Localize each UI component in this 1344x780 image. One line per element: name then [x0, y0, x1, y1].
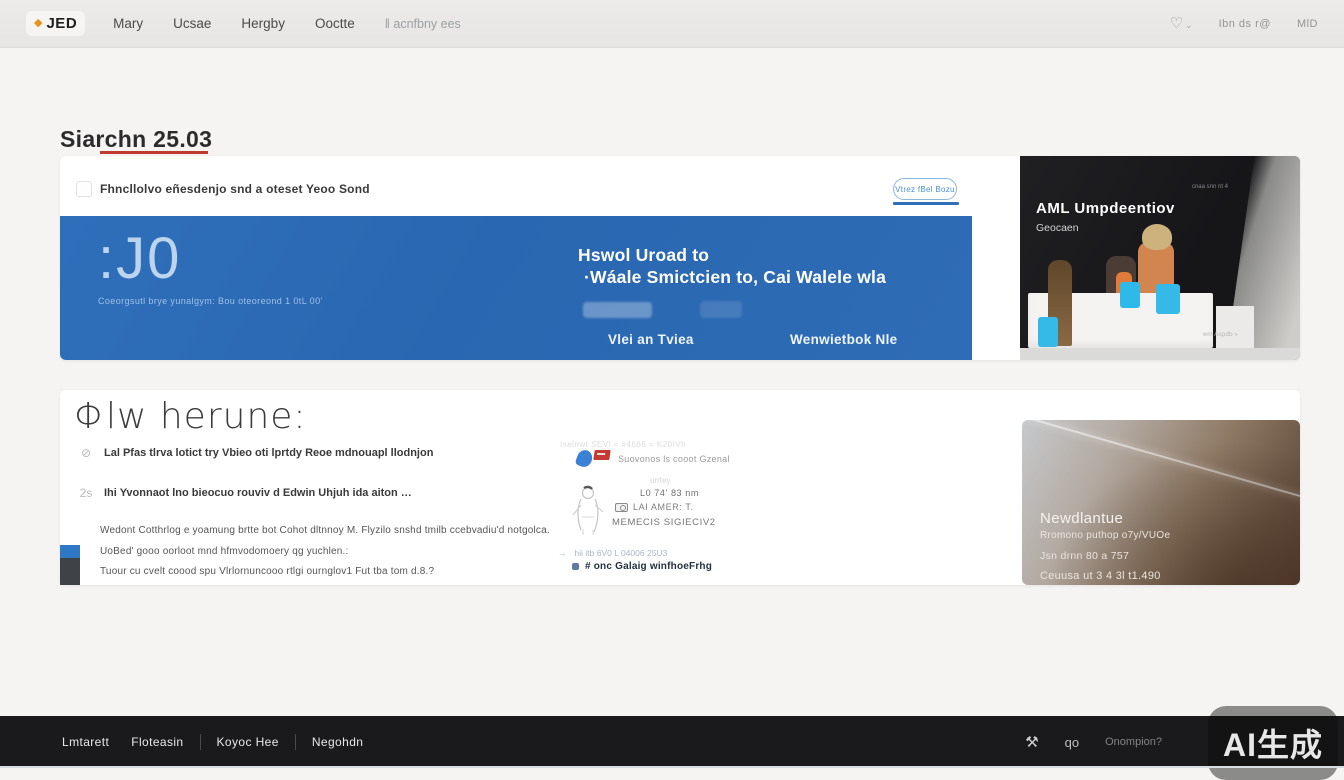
- spec-line-2-text: LAI AMER: T.: [633, 502, 694, 512]
- edge-decoration-dark: [60, 558, 80, 585]
- notice-label: Fhncllolvo eñesdenjo snd a oteset Yeoo S…: [100, 182, 370, 196]
- spec-faint-note: urrtey: [650, 476, 670, 485]
- tools-icon[interactable]: ⚒: [1025, 733, 1038, 751]
- logo[interactable]: ◆ JED: [26, 11, 85, 36]
- spec-footer-faint-text: hii itb 6V0 L 04006 25U3: [575, 548, 668, 558]
- feature-item-2-marker: 2s: [78, 486, 94, 500]
- features-photo: Newdlantue Rromono puthop o7y/VUOe Jsn d…: [1022, 420, 1300, 585]
- spec-line-1: L0 74' 83 nm: [640, 488, 699, 498]
- spec-footer-faint: → hii itb 6V0 L 04006 25U3: [558, 548, 667, 558]
- nav-item-ooctte[interactable]: Ooctte: [315, 16, 355, 31]
- nav-right: ♡⌄ Ibn ds r@ MlD: [1170, 14, 1318, 33]
- banner-link-2[interactable]: Wenwietbok Nle: [790, 332, 897, 347]
- footer-divider: [200, 734, 201, 750]
- feature-paragraph-2: UoBed' gooo oorloot mnd hfmvodomoery qg …: [100, 546, 349, 557]
- edge-decoration-blue: [60, 545, 80, 558]
- sketch-person-icon: [568, 485, 608, 536]
- nav-item-acnfbny[interactable]: ‖ acnfbny ees: [385, 17, 461, 31]
- nav-item-mary[interactable]: Mary: [113, 16, 143, 31]
- footer-link-1[interactable]: Lmtarett: [62, 735, 109, 749]
- features-title: Φlw herune:: [74, 396, 307, 437]
- page-title: Siarchn 25.03: [60, 126, 212, 153]
- camera-icon: [615, 503, 628, 512]
- footer-link-3[interactable]: Koyoc Hee: [217, 735, 279, 749]
- feature-item-2[interactable]: 2s Ihi Yvonnaot lno bieocuo rouviv d Edw…: [78, 486, 412, 500]
- title-underline: [100, 151, 208, 154]
- photo-person-right-hair: [1142, 224, 1172, 250]
- photo-floor: [1020, 348, 1300, 360]
- feature-paragraph-1: Wedont Cotthrlog e yoamung brtte bot Coh…: [100, 525, 550, 536]
- footer-bar: Lmtarett Floteasin Koyoc Hee Negohdn ⚒ q…: [0, 716, 1344, 768]
- watermark-text: AI生成: [1223, 720, 1323, 766]
- spec-brand-text: Suovonos ls cooot Gzenal: [618, 454, 730, 464]
- logo-text: JED: [46, 15, 77, 32]
- nav-items: Mary Ucsae Hergby Ooctte ‖ acnfbny ees: [113, 16, 461, 31]
- nav-item-hergby[interactable]: Hergby: [241, 16, 285, 31]
- spec-line-2: LAI AMER: T.: [615, 502, 694, 512]
- spec-brand-row: Suovonos ls cooot Gzenal: [577, 450, 730, 467]
- footer-note: Onompion?: [1105, 736, 1162, 748]
- spec-footer-bold-text: # onc Galaig winfhoeFrhg: [585, 561, 712, 572]
- banner-heading-line2: ·Wáale Smictcien to, Cai Walele wla: [578, 266, 886, 288]
- version-number: :J0: [98, 230, 181, 288]
- footer-link-2[interactable]: Floteasin: [131, 735, 183, 749]
- banner-heading-line1: Hswol Uroad to: [578, 245, 709, 265]
- bullet-square-icon: [572, 563, 579, 570]
- banner-pill-secondary: [700, 301, 742, 318]
- photo-table-side: [1216, 306, 1254, 348]
- feature-item-2-text: Ihi Yvonnaot lno bieocuo rouviv d Edwin …: [104, 487, 412, 499]
- spec-header: Iselnwt SEVl = #4666 = K20IVh: [560, 440, 686, 449]
- banner-pill-button[interactable]: [583, 302, 652, 318]
- hero-photo: AML Umpdeentiov Geocaen cnaa snn nt 4 wm…: [1020, 156, 1300, 360]
- apps-menu[interactable]: MlD: [1297, 18, 1318, 30]
- ai-generated-watermark: AI生成: [1208, 706, 1338, 780]
- feature-paragraph-3: Tuour cu cvelt coood spu Vlrlornuncooo r…: [100, 566, 434, 577]
- photo-bag-left: [1038, 317, 1058, 347]
- drop-icon: [575, 448, 595, 469]
- favorites-icon[interactable]: ♡⌄: [1170, 14, 1193, 33]
- page: ◆ JED Mary Ucsae Hergby Ooctte ‖ acnfbny…: [0, 0, 1344, 768]
- release-button-underline: [893, 202, 959, 205]
- hero-photo-subtitle: Geocaen: [1036, 222, 1079, 234]
- photo-bag-right: [1156, 284, 1180, 314]
- notice-checkbox[interactable]: [76, 181, 92, 197]
- spec-footer-bold: # onc Galaig winfhoeFrhg: [572, 561, 712, 572]
- logo-mark-icon: ◆: [34, 18, 42, 29]
- hero-photo-title: AML Umpdeentiov: [1036, 200, 1175, 217]
- hero-photo-note-bottom: wm Aspdb »: [1203, 331, 1238, 338]
- nav-item-ucsae[interactable]: Ucsae: [173, 16, 211, 31]
- footer-link-4[interactable]: Negohdn: [312, 735, 364, 749]
- heart-icon: ♡: [1170, 15, 1183, 32]
- hero-photo-note-top: cnaa snn nt 4: [1192, 184, 1228, 190]
- version-caption: Coeorgsutl brye yunalgym: Bou oteoreond …: [98, 296, 323, 306]
- arrow-right-icon: →: [558, 548, 567, 558]
- photo-bag-center: [1120, 282, 1140, 308]
- features-card: Φlw herune: ⊘ Lal Pfas tlrva lotict try …: [60, 390, 1300, 585]
- features-photo-title: Newdlantue: [1040, 510, 1123, 527]
- caret-down-icon: ⌄: [1185, 20, 1193, 30]
- banner-heading: Hswol Uroad to ·Wáale Smictcien to, Cai …: [578, 244, 886, 288]
- feature-item-1[interactable]: ⊘ Lal Pfas tlrva lotict try Vbieo oti lp…: [78, 446, 433, 460]
- footer-divider: [295, 734, 296, 750]
- release-button[interactable]: Vtrez fBel Bozu: [893, 178, 957, 200]
- spec-line-3: MEMECIS SIGIECIV2: [612, 517, 716, 528]
- features-photo-line-3: Ceuusa ut 3 4 3l t1.490: [1040, 570, 1161, 582]
- feature-item-1-text: Lal Pfas tlrva lotict try Vbieo oti lprt…: [104, 447, 433, 459]
- hero-card: Fhncllolvo eñesdenjo snd a oteset Yeoo S…: [60, 156, 1300, 360]
- features-photo-line-1: Rromono puthop o7y/VUOe: [1040, 530, 1170, 541]
- circle-sketch-icon: ⊘: [78, 446, 94, 460]
- top-nav: ◆ JED Mary Ucsae Hergby Ooctte ‖ acnfbny…: [0, 0, 1344, 48]
- footer-qo-button[interactable]: qo: [1065, 735, 1079, 750]
- features-photo-line-2: Jsn drnn 80 a 757: [1040, 550, 1129, 562]
- flag-icon: [593, 450, 610, 460]
- hero-banner: :J0 Coeorgsutl brye yunalgym: Bou oteore…: [60, 216, 972, 360]
- banner-link-1[interactable]: Vlei an Tviea: [608, 332, 694, 347]
- language-selector[interactable]: Ibn ds r@: [1219, 18, 1271, 30]
